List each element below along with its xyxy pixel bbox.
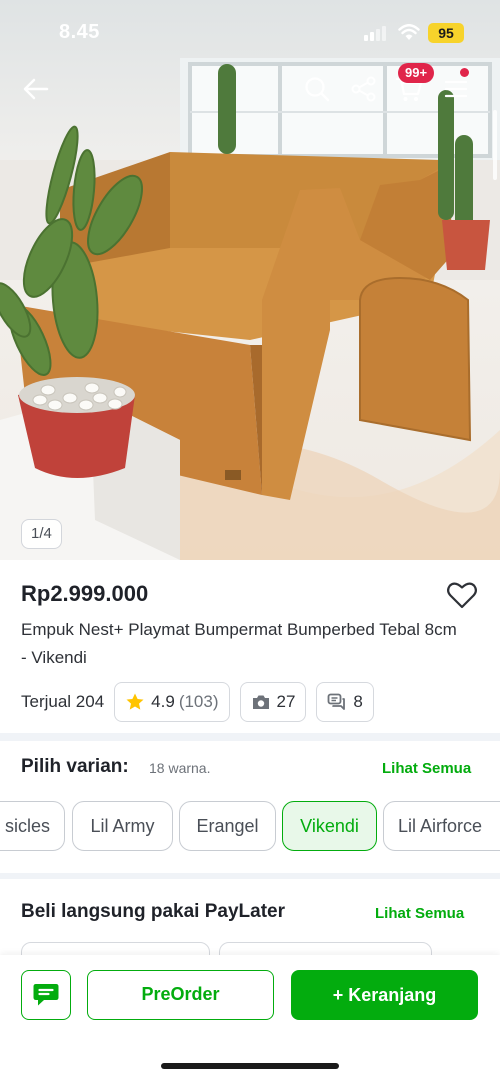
bottom-action-bar: PreOrder + Keranjang	[0, 955, 500, 1080]
variant-chip[interactable]: Lil Airforce	[383, 801, 500, 851]
wifi-icon	[398, 24, 420, 40]
add-to-cart-button[interactable]: + Keranjang	[291, 970, 478, 1020]
back-arrow-icon[interactable]	[21, 74, 51, 104]
photo-reviews-count: 27	[276, 692, 296, 711]
search-icon[interactable]	[302, 74, 332, 104]
star-icon	[126, 693, 144, 710]
notification-dot	[460, 68, 469, 77]
section-divider	[0, 873, 500, 879]
rating-count: (103)	[178, 692, 219, 711]
image-scroll-indicator	[493, 110, 497, 180]
chat-seller-button[interactable]	[21, 970, 71, 1020]
discussion-count: 8	[353, 692, 363, 711]
camera-icon	[252, 695, 269, 709]
image-counter: 1/4	[21, 519, 62, 549]
photo-reviews-pill[interactable]: 27	[239, 682, 307, 722]
paylater-see-all-link[interactable]: Lihat Semua	[375, 905, 464, 922]
variant-chip-list: sicles Lil Army Erangel Vikendi Lil Airf…	[0, 801, 500, 853]
variant-count: 18 warna.	[149, 760, 211, 776]
product-price: Rp2.999.000	[21, 581, 149, 606]
product-image-gallery[interactable]: 8.45 95 99+ 1/4	[0, 0, 500, 560]
variant-section-title: Pilih varian:	[21, 756, 129, 777]
variant-chip[interactable]: Erangel	[179, 801, 276, 851]
chat-bubble-icon	[33, 984, 59, 1006]
discussion-chat-icon	[328, 693, 346, 710]
section-divider	[0, 733, 500, 741]
variant-chip[interactable]: Lil Army	[72, 801, 173, 851]
status-bar: 8.45 95	[0, 0, 500, 60]
status-time: 8.45	[59, 21, 100, 43]
menu-icon[interactable]	[441, 74, 471, 104]
sold-count: Terjual 204	[21, 692, 105, 711]
variant-see-all-link[interactable]: Lihat Semua	[382, 760, 471, 777]
rating-value: 4.9	[151, 692, 175, 711]
home-indicator	[161, 1063, 339, 1069]
cellular-signal-icon	[364, 25, 386, 41]
preorder-button[interactable]: PreOrder	[87, 970, 274, 1020]
cart-count-badge: 99+	[398, 63, 435, 83]
discussion-pill[interactable]: 8	[316, 682, 374, 722]
share-icon[interactable]	[349, 74, 379, 104]
rating-pill[interactable]: 4.9 (103)	[114, 682, 230, 722]
paylater-section-title: Beli langsung pakai PayLater	[21, 901, 285, 922]
battery-indicator: 95	[428, 23, 464, 43]
variant-chip-selected[interactable]: Vikendi	[282, 801, 377, 851]
product-title: Empuk Nest+ Playmat Bumpermat Bumperbed …	[21, 620, 457, 667]
variant-chip[interactable]: sicles	[0, 801, 65, 851]
wishlist-heart-icon[interactable]	[446, 580, 478, 610]
product-stats: Terjual 204 4.9 (103) 27 8	[21, 682, 384, 722]
